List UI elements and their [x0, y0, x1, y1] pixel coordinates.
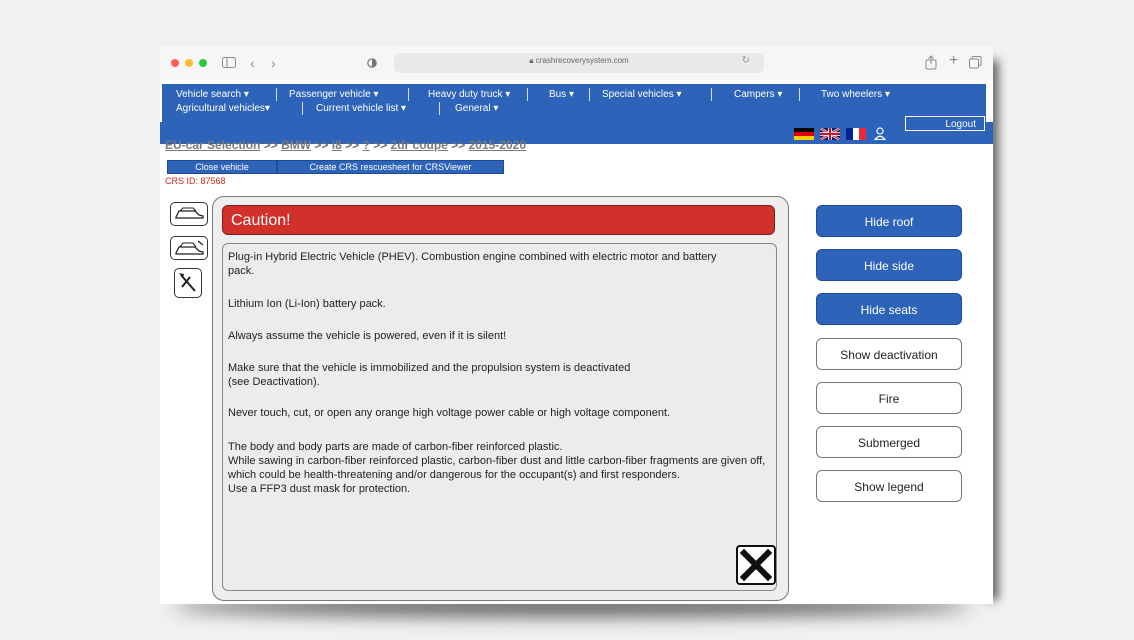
caution-panel: Caution! Plug-in Hybrid Electric Vehicle… — [212, 196, 789, 601]
sidebar-icon[interactable] — [222, 57, 236, 68]
address-bar[interactable]: 🔒︎ crashrecoverysystem.com ↻ — [394, 53, 764, 73]
reload-icon[interactable]: ↻ — [742, 55, 750, 66]
german-flag-icon[interactable] — [794, 128, 814, 140]
forward-icon[interactable]: › — [271, 54, 276, 72]
tools-button[interactable] — [174, 268, 202, 298]
breadcrumb-unknown[interactable]: ? — [363, 138, 370, 152]
menu-general[interactable]: General ▾ — [455, 103, 498, 115]
vehicle-view-button[interactable] — [170, 236, 208, 260]
menu-divider — [276, 88, 277, 101]
menu-passenger-vehicle[interactable]: Passenger vehicle ▾ — [289, 89, 379, 101]
breadcrumb-separator: >> — [314, 138, 329, 152]
show-legend-button[interactable]: Show legend — [816, 470, 962, 502]
main-menu: Vehicle search ▾ Passenger vehicle ▾ Hea… — [162, 84, 986, 122]
menu-vehicle-search[interactable]: Vehicle search ▾ — [176, 89, 249, 101]
minimize-window-dot[interactable] — [185, 59, 193, 67]
menu-divider — [711, 88, 712, 101]
menu-campers[interactable]: Campers ▾ — [734, 89, 782, 101]
hide-seats-button[interactable]: Hide seats — [816, 293, 962, 325]
menu-divider — [799, 88, 800, 101]
logout-button[interactable]: Logout — [905, 116, 985, 131]
menu-divider — [439, 102, 440, 115]
menu-special-vehicles[interactable]: Special vehicles ▾ — [602, 89, 682, 101]
share-icon[interactable] — [925, 55, 937, 70]
crs-id: CRS ID: 87568 — [165, 176, 226, 186]
caution-paragraph: Make sure that the vehicle is immobilize… — [228, 362, 631, 388]
breadcrumb-bmw[interactable]: BMW — [281, 138, 311, 152]
caution-paragraph: The body and body parts are made of carb… — [228, 441, 766, 495]
zoom-window-dot[interactable] — [199, 59, 207, 67]
caution-paragraph: Always assume the vehicle is powered, ev… — [228, 330, 507, 342]
breadcrumb-i8[interactable]: i8 — [332, 138, 342, 152]
close-caution-button[interactable] — [736, 545, 776, 585]
menu-divider — [408, 88, 409, 101]
browser-toolbar: ‹ › 🔒︎ crashrecoverysystem.com ↻ + — [160, 46, 993, 80]
caution-text-box: Plug-in Hybrid Electric Vehicle (PHEV). … — [222, 243, 777, 591]
new-tab-icon[interactable]: + — [949, 52, 958, 70]
hide-roof-button[interactable]: Hide roof — [816, 205, 962, 237]
submerged-button[interactable]: Submerged — [816, 426, 962, 458]
menu-divider — [527, 88, 528, 101]
caution-header: Caution! — [222, 205, 775, 235]
menu-current-vehicle-list[interactable]: Current vehicle list ▾ — [316, 103, 406, 115]
breadcrumb-2dr-coupe[interactable]: 2dr coupe — [391, 138, 448, 152]
tab-overview-icon[interactable] — [969, 56, 982, 69]
breadcrumb-separator: >> — [263, 138, 278, 152]
close-icon — [739, 548, 773, 582]
menu-heavy-duty-truck[interactable]: Heavy duty truck ▾ — [428, 89, 510, 101]
breadcrumb-separator: >> — [373, 138, 388, 152]
menu-agricultural-vehicles[interactable]: Agricultural vehicles▾ — [176, 103, 270, 115]
breadcrumb-separator: >> — [345, 138, 360, 152]
close-vehicle-button[interactable]: Close vehicle — [167, 160, 277, 174]
menu-bus[interactable]: Bus ▾ — [549, 89, 574, 101]
uk-flag-icon[interactable] — [820, 128, 840, 140]
car-side-icon — [175, 207, 204, 219]
car-side-icon — [175, 240, 204, 255]
rescue-tool-icon — [179, 273, 196, 292]
caution-paragraph: Never touch, cut, or open any orange hig… — [228, 407, 671, 419]
french-flag-icon[interactable] — [846, 128, 866, 140]
caution-paragraph: Plug-in Hybrid Electric Vehicle (PHEV). … — [228, 251, 717, 277]
caution-paragraph: Lithium Ion (Li-Ion) battery pack. — [228, 298, 386, 310]
breadcrumb-eu-car-selection[interactable]: EU-car Selection — [165, 138, 260, 152]
breadcrumb-years[interactable]: 2015-2020 — [469, 138, 526, 152]
user-icon[interactable] — [874, 127, 886, 140]
hide-side-button[interactable]: Hide side — [816, 249, 962, 281]
lock-icon: 🔒︎ — [529, 56, 534, 65]
address-text: crashrecoverysystem.com — [535, 56, 629, 65]
menu-two-wheelers[interactable]: Two wheelers ▾ — [821, 89, 890, 101]
vehicle-view-button[interactable] — [170, 202, 208, 226]
back-icon[interactable]: ‹ — [250, 54, 255, 72]
fire-button[interactable]: Fire — [816, 382, 962, 414]
breadcrumb-separator: >> — [451, 138, 466, 152]
show-deactivation-button[interactable]: Show deactivation — [816, 338, 962, 370]
close-window-dot[interactable] — [171, 59, 179, 67]
menu-divider — [302, 102, 303, 115]
menu-divider — [589, 88, 590, 101]
create-rescuesheet-button[interactable]: Create CRS rescuesheet for CRSViewer — [277, 160, 504, 174]
browser-window: ‹ › 🔒︎ crashrecoverysystem.com ↻ + Vehic… — [160, 46, 993, 604]
breadcrumb: EU-car Selection >> BMW >> i8 >> ? >> 2d… — [165, 138, 526, 152]
privacy-shield-icon[interactable] — [367, 57, 377, 69]
